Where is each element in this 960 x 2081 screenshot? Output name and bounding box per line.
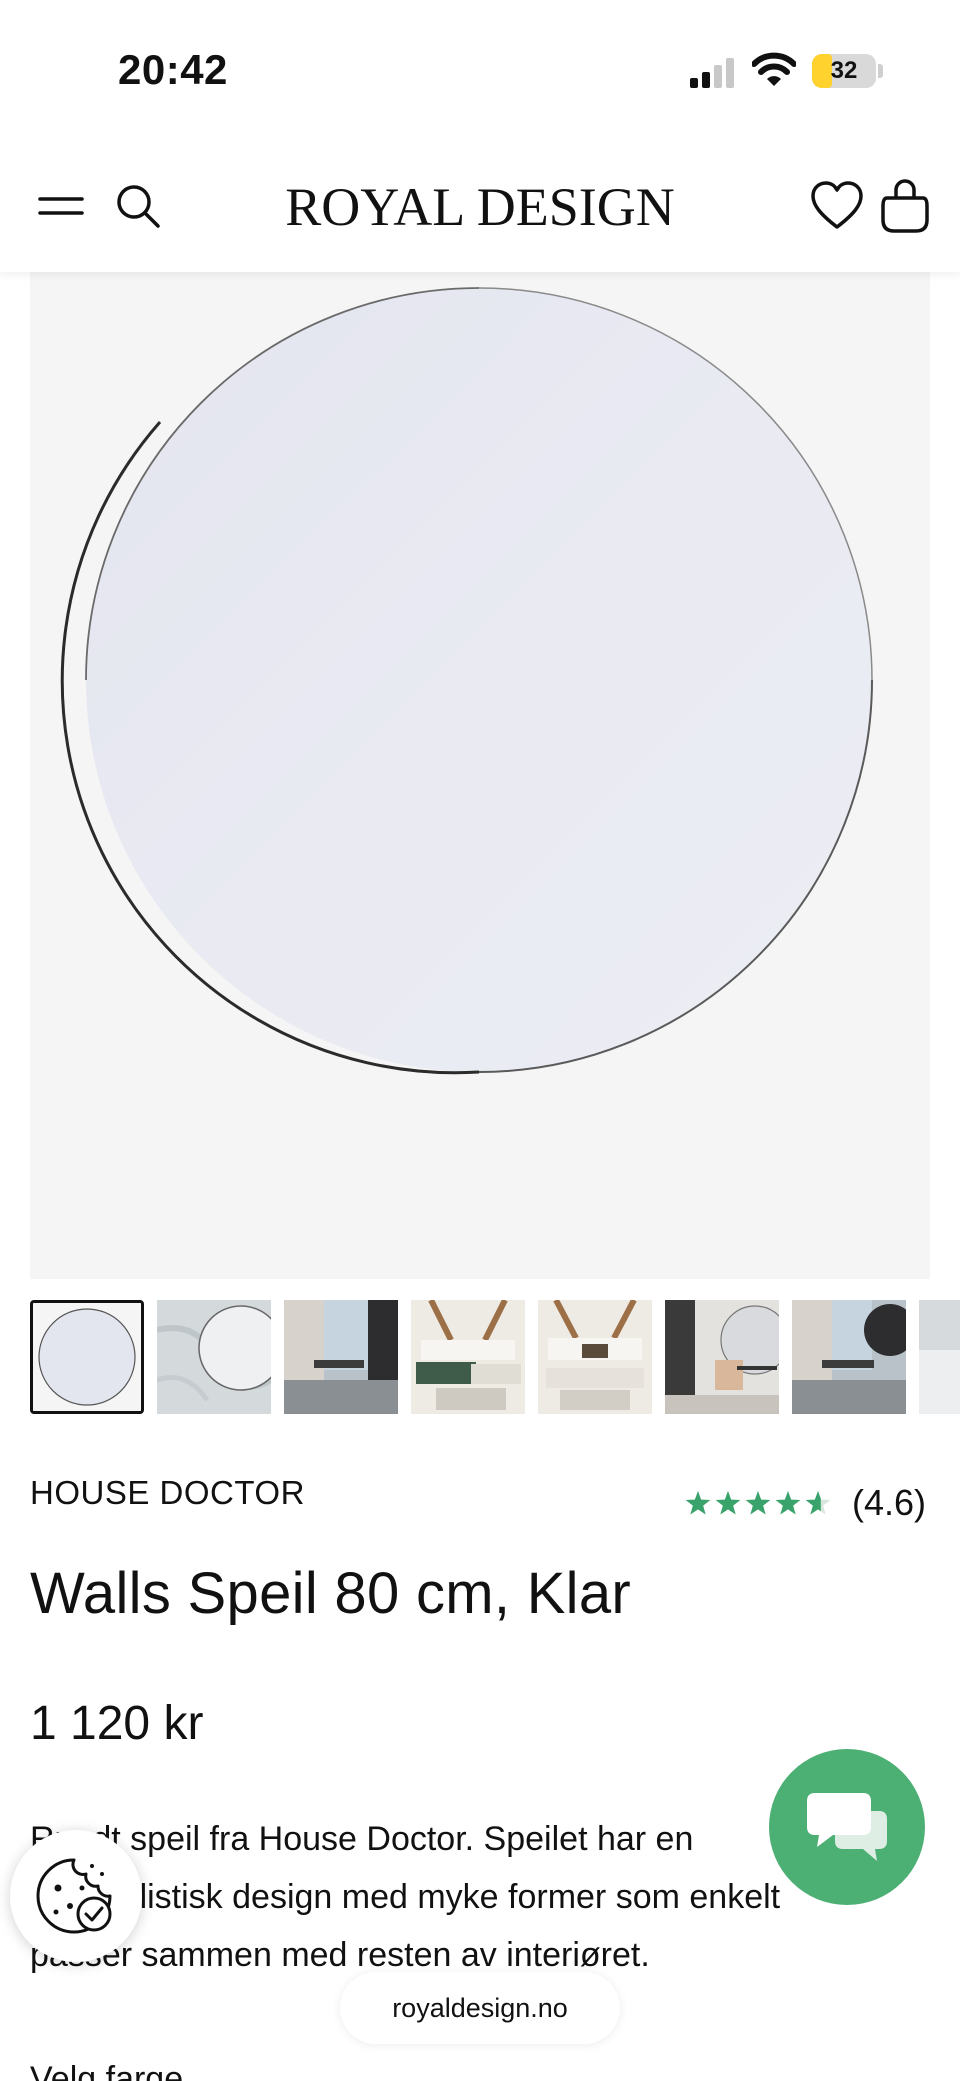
product-title: Walls Speil 80 cm, Klar <box>30 1561 632 1626</box>
browser-url-bar[interactable]: royaldesign.no <box>340 1972 620 2044</box>
signal-icon <box>690 58 734 88</box>
thumbnail-interior-dining[interactable] <box>284 1300 398 1414</box>
chat-icon <box>807 1793 887 1861</box>
site-header: ROYAL DESIGN <box>0 140 960 272</box>
heart-icon[interactable] <box>810 180 864 232</box>
product-brand[interactable]: HOUSE DOCTOR <box>30 1474 305 1512</box>
choose-color-label: Velg farge <box>30 2060 184 2081</box>
thumbnail-mirror-front[interactable] <box>30 1300 144 1414</box>
cookie-icon <box>36 1858 112 1934</box>
thumbnail-interior-partial[interactable] <box>919 1300 960 1414</box>
star-icon-fill <box>745 1491 771 1515</box>
thumbnail-interior-sofa[interactable] <box>411 1300 525 1414</box>
status-time: 20:42 <box>118 46 228 93</box>
product-description: Rundt speil fra House Doctor. Speilet ha… <box>30 1820 781 1974</box>
battery-cap <box>878 64 883 78</box>
battery-percent: 32 <box>830 57 858 84</box>
chat-button[interactable] <box>769 1749 925 1905</box>
thumbnail-interior-chair[interactable] <box>665 1300 779 1414</box>
thumbnail-interior-living[interactable] <box>538 1300 652 1414</box>
wifi-icon <box>752 52 796 86</box>
star-icon-fill <box>685 1491 711 1515</box>
product-price: 1 120 kr <box>30 1697 204 1750</box>
star-icon-fill <box>715 1491 741 1515</box>
rating-stars <box>685 1491 831 1515</box>
star-icon-fill <box>775 1491 801 1515</box>
status-bar: 20:42 32 <box>0 0 960 140</box>
rating-value: (4.6) <box>852 1482 927 1523</box>
cookie-settings-button[interactable] <box>10 1830 142 1962</box>
bag-icon[interactable] <box>880 176 930 234</box>
thumbnail-mirror-wall[interactable] <box>157 1300 271 1414</box>
product-main-image[interactable] <box>30 272 930 1279</box>
mirror-illustration <box>60 287 873 1075</box>
battery-indicator: 32 <box>812 54 876 88</box>
thumbnail-strip <box>30 1300 960 1416</box>
thumbnail-interior-dining-2[interactable] <box>792 1300 906 1414</box>
